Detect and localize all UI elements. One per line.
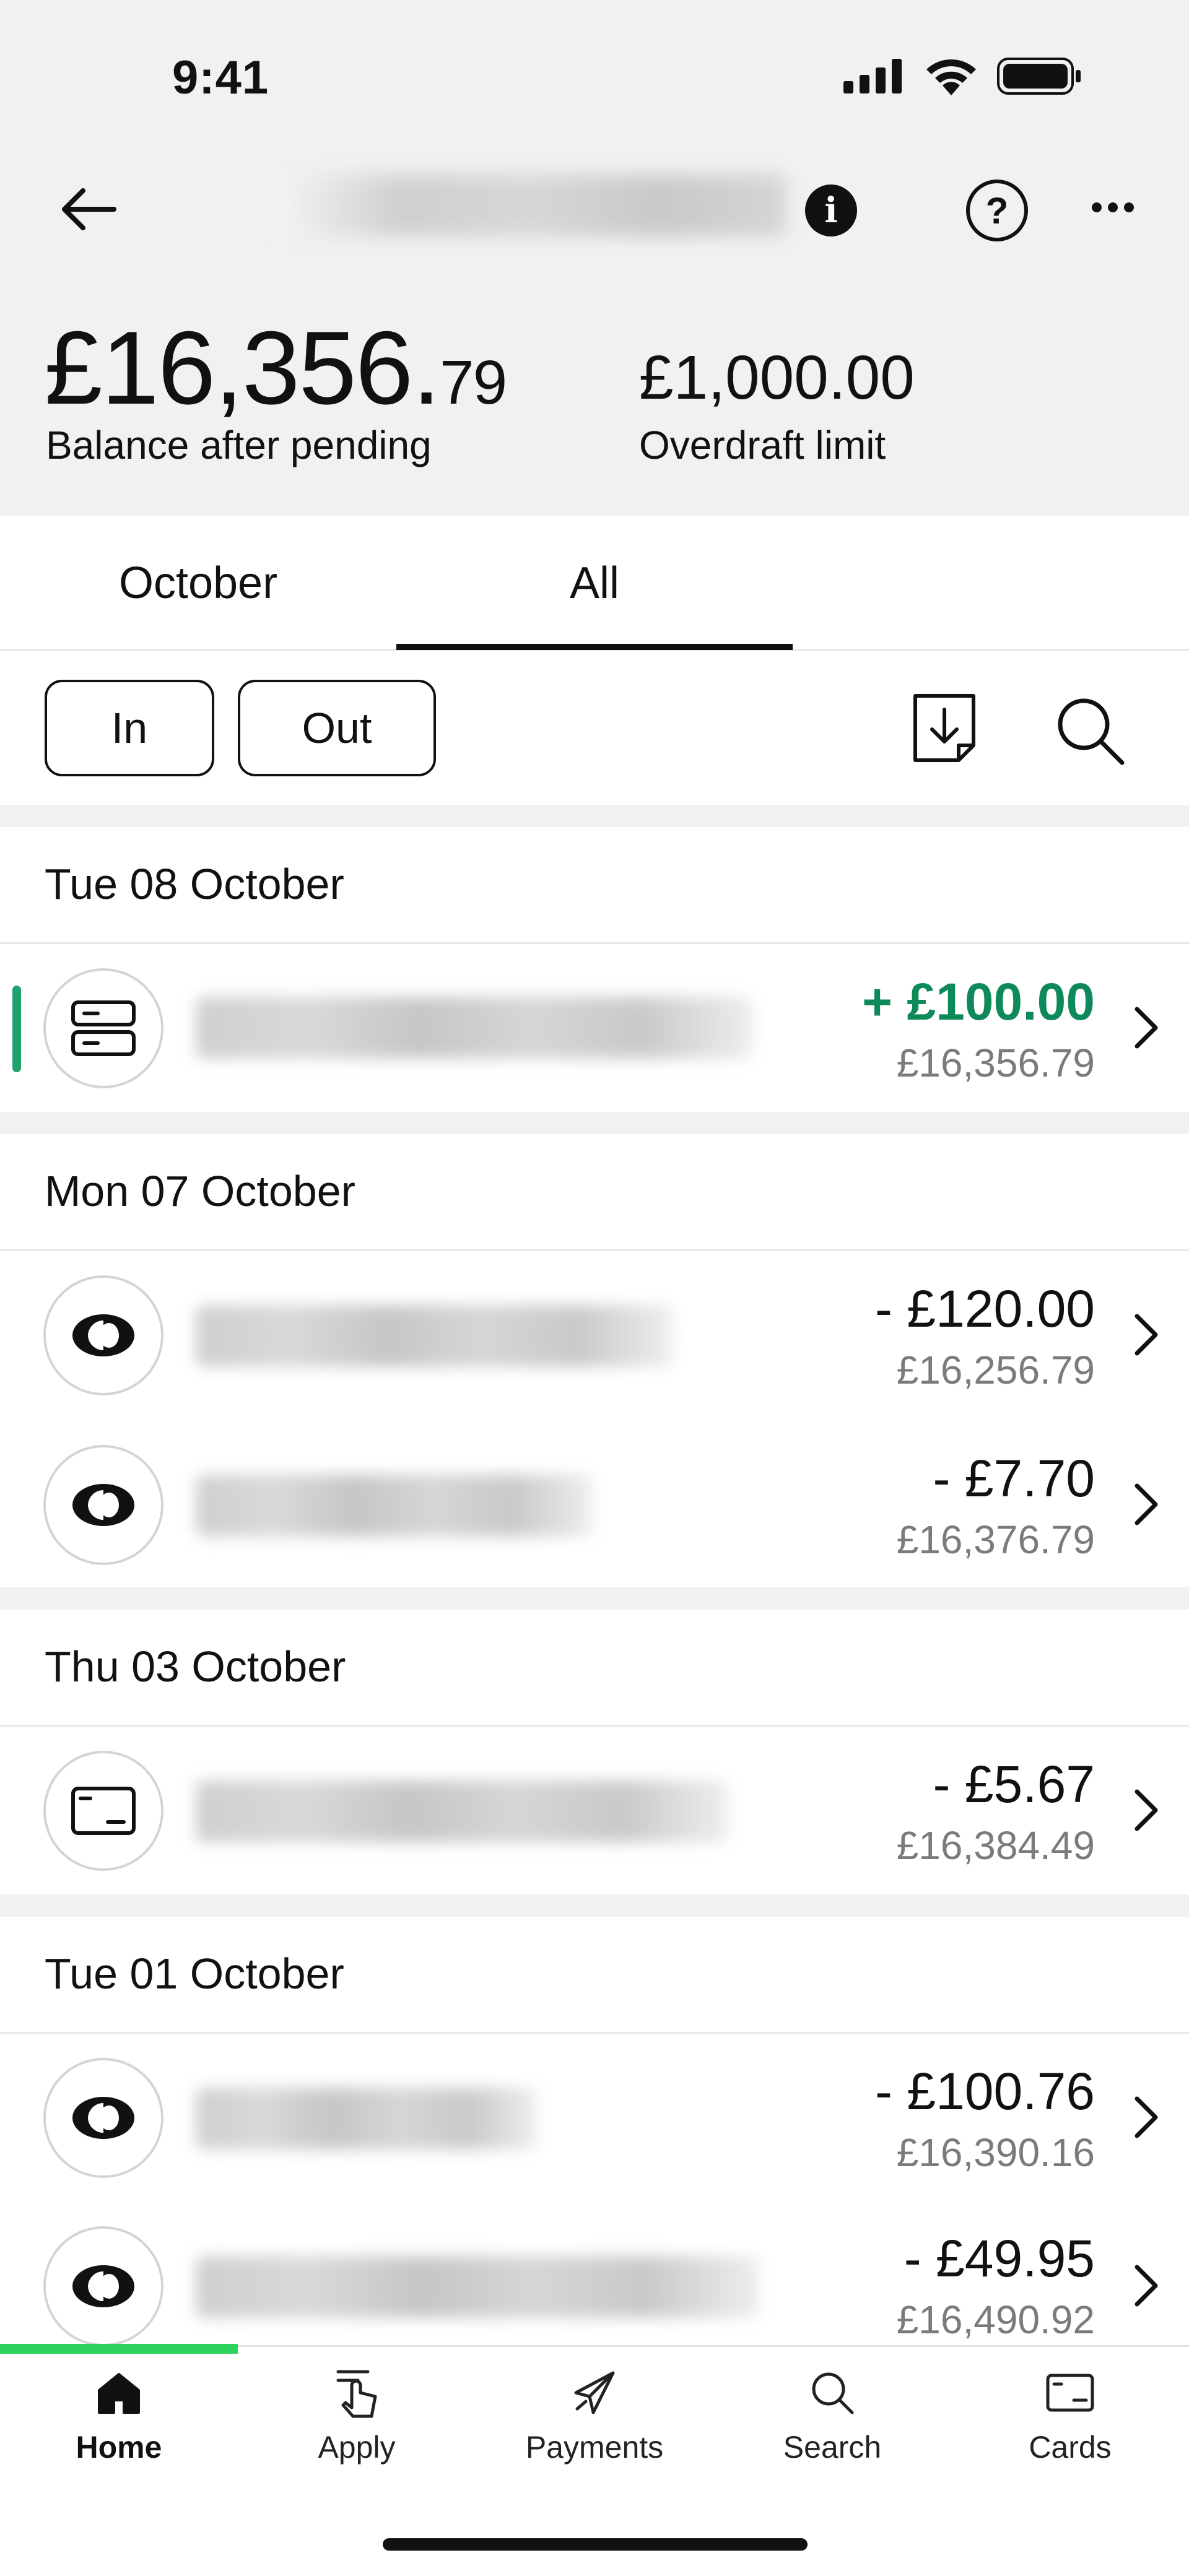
overdraft-value: £1,000.00	[639, 343, 915, 412]
section-gap	[0, 1587, 1189, 1610]
arrow-left-icon	[62, 188, 116, 230]
direct-debit-icon	[72, 1484, 134, 1526]
loading-progress-bar	[0, 2344, 238, 2354]
tab-october[interactable]: October	[0, 516, 396, 651]
search-icon	[804, 2365, 860, 2421]
direct-debit-icon	[72, 1314, 134, 1356]
transaction-amount: - £100.76	[875, 2062, 1095, 2120]
home-indicator	[383, 2538, 808, 2551]
overdraft-label: Overdraft limit	[639, 423, 886, 467]
divider	[0, 2032, 1189, 2034]
filter-in-button[interactable]: In	[45, 680, 214, 776]
wifi-icon	[926, 59, 976, 95]
nav-label: Cards	[1029, 2430, 1112, 2465]
merchant-name-redacted	[196, 1475, 592, 1537]
chevron-right-icon[interactable]	[1127, 1480, 1164, 1529]
help-icon[interactable]: ?	[966, 180, 1028, 241]
transaction-amount: - £120.00	[875, 1280, 1095, 1338]
running-balance: £16,490.92	[896, 2297, 1095, 2342]
transaction-icon	[43, 2226, 163, 2346]
bank-transfer-icon	[71, 1000, 136, 1056]
running-balance: £16,390.16	[896, 2130, 1095, 2175]
nav-label: Search	[783, 2430, 882, 2465]
nav-label: Payments	[525, 2430, 664, 2465]
chevron-right-icon[interactable]	[1127, 1785, 1164, 1835]
period-tabs: October All	[0, 516, 1189, 651]
transaction-icon	[43, 968, 163, 1088]
section-gap	[0, 805, 1189, 827]
merchant-name-redacted	[196, 2088, 536, 2149]
divider	[0, 1249, 1189, 1251]
info-icon[interactable]: i	[805, 184, 857, 236]
transaction-icon	[43, 1445, 163, 1565]
account-name-redacted	[272, 175, 786, 236]
download-icon	[913, 694, 975, 762]
nav-label: Apply	[318, 2430, 396, 2465]
apply-icon	[329, 2365, 385, 2421]
payments-icon	[567, 2365, 622, 2421]
pending-indicator	[12, 986, 21, 1072]
balance-whole: £16,356.	[45, 310, 441, 426]
merchant-name-redacted	[196, 2256, 759, 2318]
running-balance: £16,356.79	[896, 1041, 1095, 1085]
nav-home[interactable]: Home	[0, 2365, 238, 2476]
more-options-icon[interactable]	[1085, 186, 1141, 229]
back-button[interactable]	[51, 172, 125, 246]
balance-label: Balance after pending	[46, 423, 432, 467]
date-header: Tue 08 October	[45, 860, 344, 908]
card-payment-icon	[71, 1787, 136, 1835]
running-balance: £16,376.79	[896, 1517, 1095, 1562]
download-statement-button[interactable]	[910, 692, 978, 764]
search-transactions-button[interactable]	[1053, 693, 1127, 768]
date-header: Tue 01 October	[45, 1949, 344, 1998]
cellular-signal-icon	[843, 59, 902, 93]
transaction-amount: - £5.67	[933, 1755, 1095, 1813]
transaction-amount: - £7.70	[933, 1449, 1095, 1507]
balance-amount: £16,356.79	[45, 316, 507, 420]
transaction-icon	[43, 2058, 163, 2178]
section-gap	[0, 1894, 1189, 1917]
nav-search[interactable]: Search	[713, 2365, 951, 2476]
transaction-icon	[43, 1751, 163, 1871]
merchant-name-redacted	[196, 1305, 673, 1367]
direct-debit-icon	[72, 2265, 134, 2307]
battery-icon	[997, 58, 1081, 95]
divider	[0, 1725, 1189, 1727]
running-balance: £16,384.49	[896, 1823, 1095, 1868]
filter-out-button[interactable]: Out	[238, 680, 436, 776]
direct-debit-icon	[72, 2097, 134, 2139]
nav-apply[interactable]: Apply	[238, 2365, 476, 2476]
transaction-amount: - £49.95	[904, 2229, 1095, 2288]
chevron-right-icon[interactable]	[1127, 1310, 1164, 1360]
transaction-amount: + £100.00	[861, 973, 1095, 1031]
active-tab-indicator	[396, 644, 793, 650]
merchant-name-redacted	[196, 1780, 728, 1842]
section-gap	[0, 1112, 1189, 1134]
tab-all[interactable]: All	[396, 516, 793, 651]
status-time: 9:41	[172, 51, 269, 104]
merchant-name-redacted	[196, 997, 753, 1059]
search-icon	[1058, 698, 1125, 765]
date-header: Thu 03 October	[45, 1642, 346, 1691]
card-icon	[1042, 2365, 1098, 2421]
nav-payments[interactable]: Payments	[476, 2365, 713, 2476]
status-icons	[843, 57, 1084, 95]
nav-label: Home	[76, 2430, 162, 2465]
nav-cards[interactable]: Cards	[951, 2365, 1189, 2476]
divider	[0, 942, 1189, 944]
balance-pence: 79	[439, 348, 507, 417]
transaction-icon	[43, 1275, 163, 1395]
chevron-right-icon[interactable]	[1127, 2092, 1164, 2142]
date-header: Mon 07 October	[45, 1167, 355, 1215]
chevron-right-icon[interactable]	[1127, 2261, 1164, 2310]
home-icon	[91, 2365, 147, 2421]
chevron-right-icon[interactable]	[1127, 1003, 1164, 1052]
running-balance: £16,256.79	[896, 1348, 1095, 1392]
